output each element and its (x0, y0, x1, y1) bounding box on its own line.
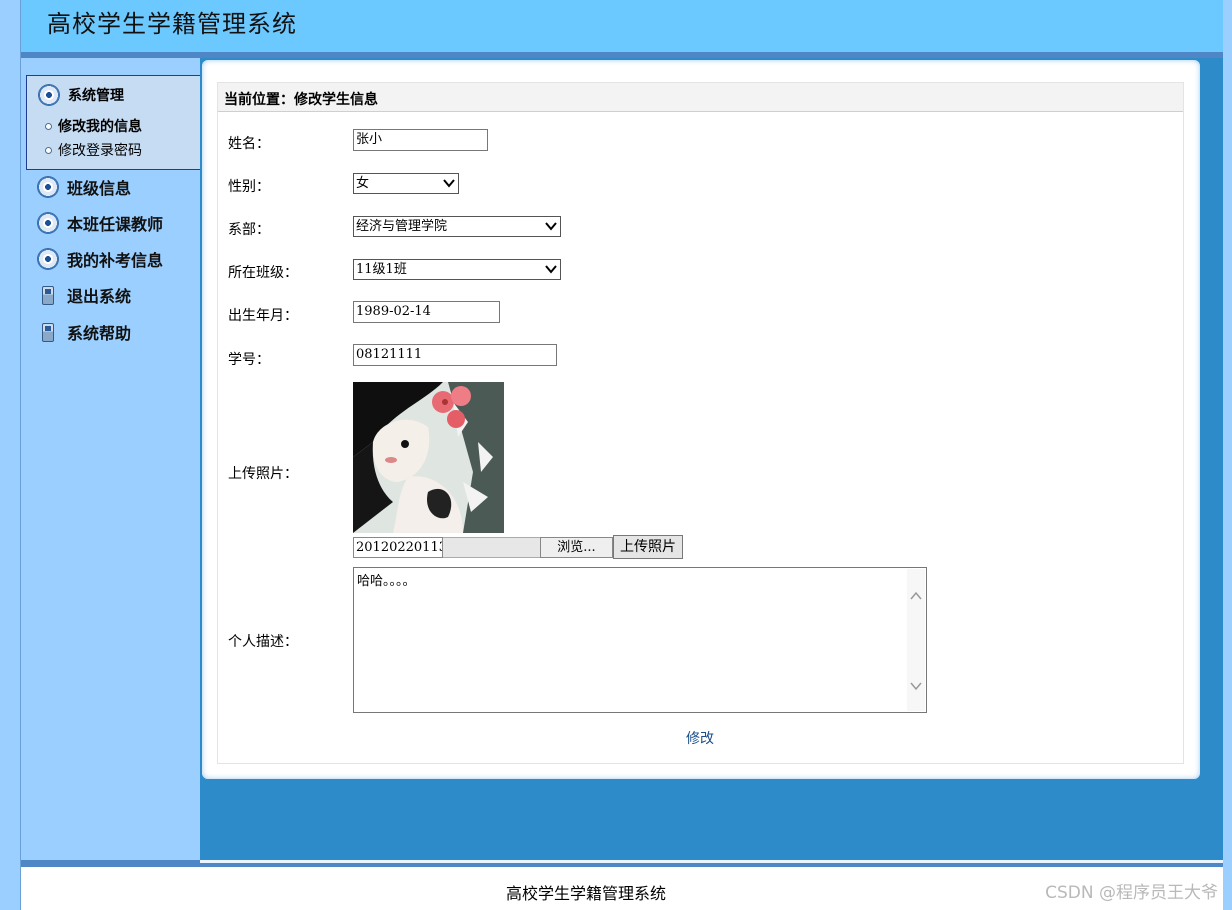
student-id-label: 学号： (228, 352, 270, 368)
photo-label: 上传照片： (228, 466, 298, 482)
header: 高校学生学籍管理系统 (21, 0, 1223, 52)
file-input-track (443, 537, 540, 558)
gender-select[interactable]: 女 (353, 173, 459, 194)
form-container: 当前位置：修改学生信息 姓名： 张小 性别： 女 系部： 经济与管理学院 所在班… (217, 82, 1184, 764)
sidebar-item-label: 班级信息 (67, 179, 132, 198)
gender-select-value: 女 (356, 176, 370, 191)
sidebar-group-title: 系统管理 (68, 88, 124, 104)
modify-submit-link[interactable]: 修改 (686, 728, 714, 748)
class-select-value: 11级1班 (356, 262, 407, 277)
sidebar-item-teachers[interactable]: 本班任课教师 (38, 211, 163, 235)
sidebar-subitem-label: 修改我的信息 (58, 119, 142, 135)
department-select-value: 经济与管理学院 (356, 219, 448, 234)
student-photo (353, 382, 504, 533)
sidebar-subitem-change-password[interactable]: 修改登录密码 (45, 140, 142, 160)
description-textarea[interactable]: 哈哈。。。。 (353, 567, 927, 713)
bullet-icon (45, 122, 52, 130)
browse-button[interactable]: 浏览... (540, 537, 613, 558)
birth-date-input[interactable]: 1989-02-14 (353, 301, 500, 323)
name-input[interactable]: 张小 (353, 129, 488, 151)
phone-icon (42, 322, 54, 342)
sidebar-item-makeup-exams[interactable]: 我的补考信息 (38, 247, 163, 271)
department-label: 系部： (228, 222, 270, 238)
file-path-input[interactable]: 20120220113( (353, 537, 443, 558)
footer-title: 高校学生学籍管理系统 (505, 884, 666, 903)
breadcrumb: 当前位置：修改学生信息 (224, 92, 378, 108)
description-text: 哈哈。。。。 (357, 574, 416, 589)
sidebar-item-label: 退出系统 (67, 287, 132, 306)
disc-icon (38, 177, 58, 197)
description-label: 个人描述： (228, 634, 298, 650)
disc-icon (38, 249, 58, 269)
upload-photo-button[interactable]: 上传照片 (613, 535, 683, 559)
disc-icon (39, 85, 59, 105)
sidebar-item-label: 系统帮助 (67, 324, 132, 343)
scroll-arrows-icon (910, 591, 922, 691)
footer-divider (21, 860, 1223, 867)
right-border-strip (1223, 0, 1232, 910)
content-panel: 当前位置：修改学生信息 姓名： 张小 性别： 女 系部： 经济与管理学院 所在班… (202, 60, 1200, 779)
textarea-scrollbar[interactable] (907, 569, 925, 711)
sidebar: 系统管理 修改我的信息 修改登录密码 班级信息 本班任课教师 我的补考信息 退出… (21, 58, 201, 860)
sidebar-item-logout[interactable]: 退出系统 (38, 283, 131, 307)
sidebar-subitem-label: 修改登录密码 (58, 143, 142, 159)
chevron-down-icon (545, 222, 557, 231)
breadcrumb-bar: 当前位置：修改学生信息 (218, 83, 1183, 112)
left-border-strip (0, 0, 21, 910)
chevron-down-icon (443, 179, 455, 188)
birth-label: 出生年月： (228, 308, 298, 324)
class-label: 所在班级： (228, 265, 298, 281)
phone-icon (42, 285, 54, 305)
sidebar-item-label: 我的补考信息 (67, 251, 164, 270)
gender-label: 性别： (228, 179, 270, 195)
sidebar-item-help[interactable]: 系统帮助 (38, 320, 131, 344)
sidebar-subitem-edit-info[interactable]: 修改我的信息 (45, 116, 142, 136)
watermark: CSDN @程序员王大爷 (1045, 883, 1218, 903)
portrait-image (353, 382, 504, 533)
sidebar-item-class-info[interactable]: 班级信息 (38, 175, 131, 199)
student-id-input[interactable]: 08121111 (353, 344, 557, 366)
bullet-icon (45, 146, 52, 154)
disc-icon (38, 213, 58, 233)
department-select[interactable]: 经济与管理学院 (353, 216, 561, 237)
sidebar-item-label: 本班任课教师 (67, 215, 164, 234)
name-label: 姓名： (228, 136, 270, 152)
sidebar-group-system: 系统管理 修改我的信息 修改登录密码 (26, 75, 201, 170)
chevron-down-icon (545, 265, 557, 274)
app-title: 高校学生学籍管理系统 (47, 10, 297, 38)
class-select[interactable]: 11级1班 (353, 259, 561, 280)
sidebar-group-header[interactable]: 系统管理 (39, 84, 124, 106)
